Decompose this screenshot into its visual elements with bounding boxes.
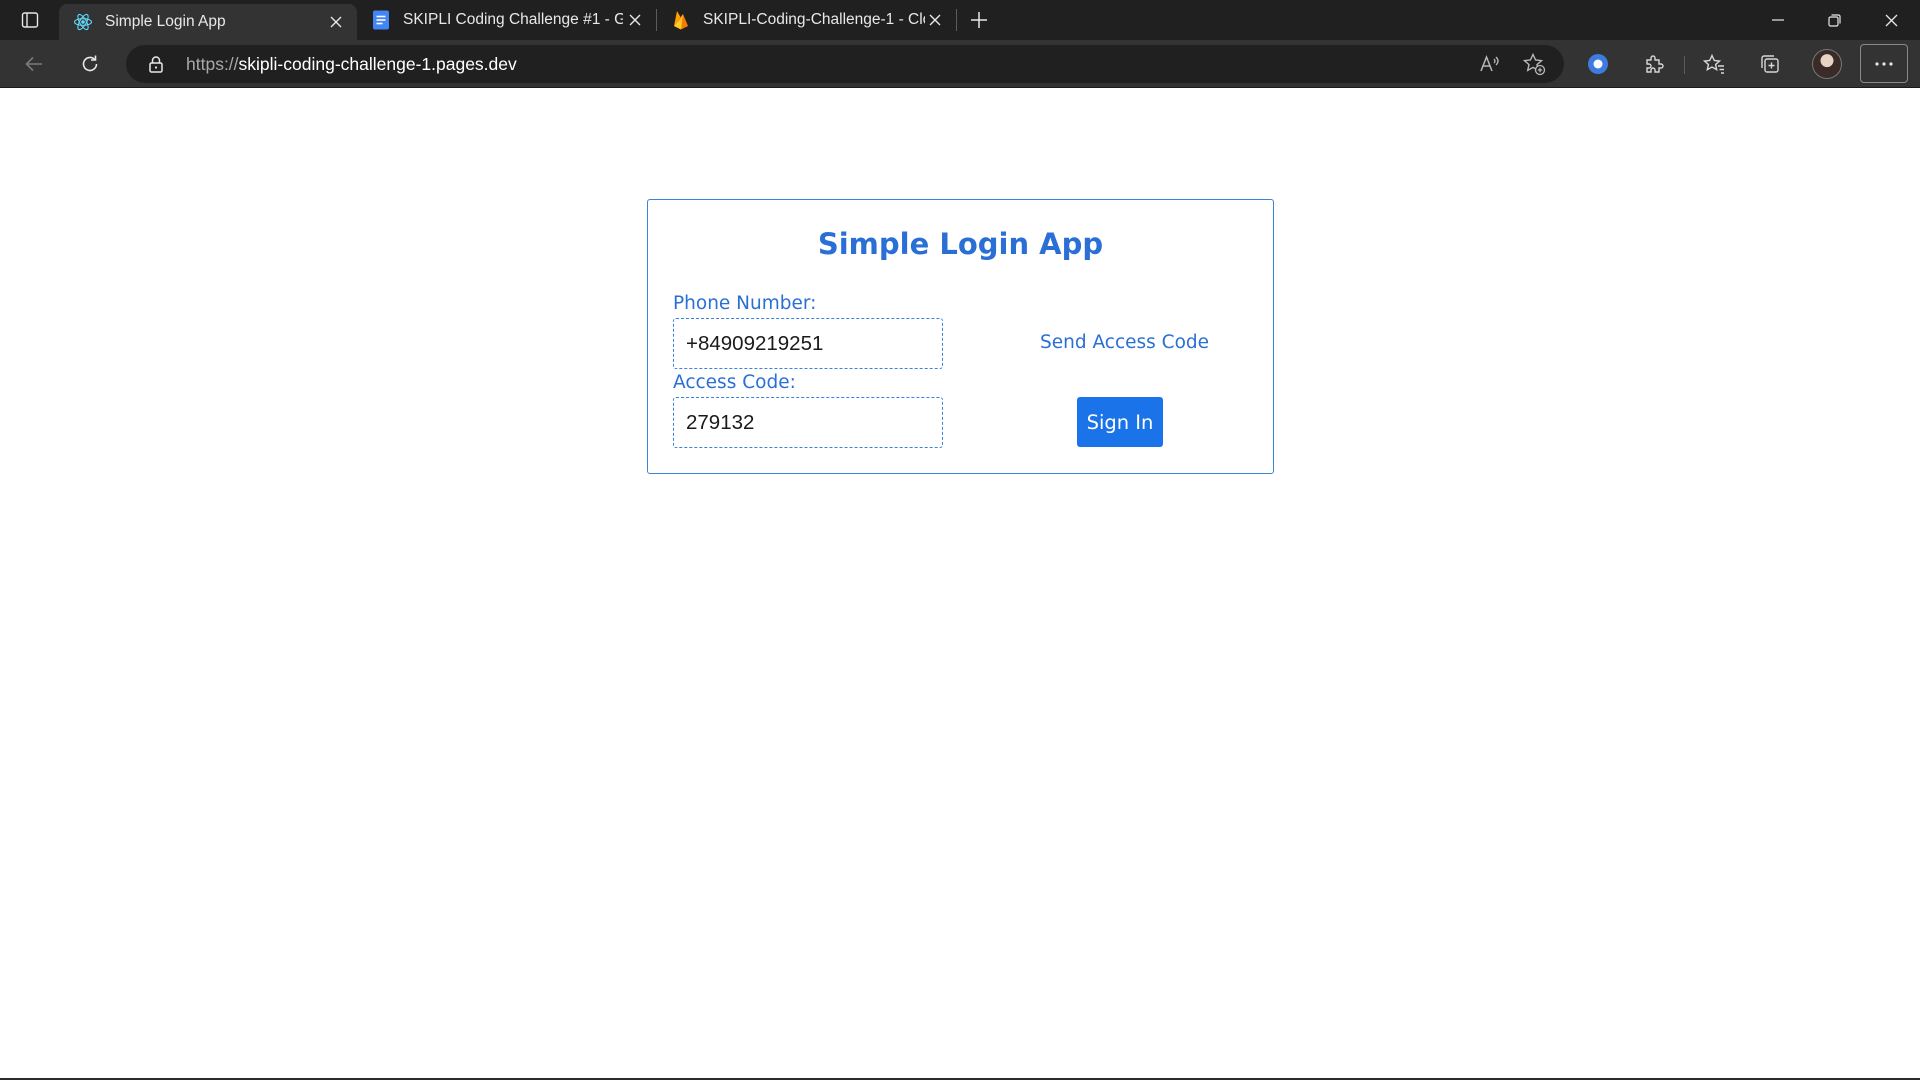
close-tab-icon[interactable] bbox=[325, 11, 347, 33]
refresh-button[interactable] bbox=[72, 46, 108, 82]
page-title: Simple Login App bbox=[817, 227, 1104, 261]
read-aloud-button[interactable] bbox=[1478, 52, 1502, 76]
puzzle-icon bbox=[1646, 55, 1664, 73]
refresh-icon bbox=[82, 55, 98, 72]
tab-skipli-coding-challenge-doc[interactable]: SKIPLI Coding Challenge #1 - Go bbox=[357, 0, 656, 40]
url-host: skipli-coding-challenge-1.pages.dev bbox=[238, 54, 517, 74]
url-text[interactable]: https://skipli-coding-challenge-1.pages.… bbox=[186, 45, 517, 83]
access-code-input[interactable] bbox=[673, 397, 943, 448]
extension-button[interactable] bbox=[1582, 48, 1614, 80]
read-aloud-icon bbox=[1480, 54, 1499, 72]
react-icon bbox=[73, 12, 93, 32]
restore-icon bbox=[1828, 13, 1841, 27]
tab-skipli-firebase-console[interactable]: SKIPLI-Coding-Challenge-1 - Clo bbox=[657, 0, 956, 40]
close-icon bbox=[1885, 14, 1898, 26]
address-toolbar: https://skipli-coding-challenge-1.pages.… bbox=[0, 40, 1920, 88]
page-viewport: Simple Login App Phone Number: Access Co… bbox=[0, 89, 1920, 1078]
window-controls bbox=[1749, 0, 1920, 40]
close-tab-icon[interactable] bbox=[624, 9, 646, 31]
phone-number-input[interactable] bbox=[673, 318, 943, 369]
favorites-button[interactable] bbox=[1698, 48, 1730, 80]
google-docs-icon bbox=[371, 10, 391, 30]
new-tab-button[interactable] bbox=[957, 0, 1001, 40]
access-code-label: Access Code: bbox=[673, 372, 796, 393]
tab-simple-login-app[interactable]: Simple Login App bbox=[59, 4, 357, 40]
phone-number-label: Phone Number: bbox=[673, 293, 817, 314]
sign-in-button[interactable]: Sign In bbox=[1077, 397, 1163, 447]
collections-button[interactable] bbox=[1754, 48, 1786, 80]
close-window-button[interactable] bbox=[1863, 0, 1920, 40]
collections-icon bbox=[1761, 55, 1779, 73]
minimize-icon bbox=[1771, 19, 1784, 21]
login-card: Simple Login App Phone Number: Access Co… bbox=[647, 199, 1274, 474]
tab-actions-button[interactable] bbox=[0, 0, 59, 40]
plus-icon bbox=[971, 12, 987, 28]
arrow-left-icon bbox=[25, 56, 42, 72]
firebase-icon bbox=[671, 10, 691, 30]
tab-actions-icon bbox=[21, 12, 38, 28]
more-horizontal-icon bbox=[1875, 61, 1893, 66]
profile-avatar[interactable] bbox=[1812, 49, 1842, 79]
restore-button[interactable] bbox=[1806, 0, 1863, 40]
extensions-button[interactable] bbox=[1638, 48, 1670, 80]
tab-strip: Simple Login App SKIPLI Coding Challenge… bbox=[0, 0, 1920, 40]
star-add-icon bbox=[1522, 52, 1546, 76]
back-button[interactable] bbox=[16, 46, 52, 82]
add-favorite-button[interactable] bbox=[1522, 52, 1546, 76]
url-scheme: https:// bbox=[186, 54, 239, 74]
tab-title: SKIPLI-Coding-Challenge-1 - Clo bbox=[703, 11, 925, 28]
lock-icon[interactable] bbox=[146, 54, 166, 74]
settings-more-button[interactable] bbox=[1860, 44, 1908, 83]
toolbar-separator bbox=[1684, 56, 1685, 74]
address-bar[interactable]: https://skipli-coding-challenge-1.pages.… bbox=[126, 45, 1564, 83]
tab-title: SKIPLI Coding Challenge #1 - Go bbox=[403, 11, 623, 28]
tab-title: Simple Login App bbox=[105, 13, 226, 30]
favorites-icon bbox=[1703, 53, 1724, 74]
close-tab-icon[interactable] bbox=[924, 9, 946, 31]
send-access-code-button[interactable]: Send Access Code bbox=[1040, 332, 1209, 353]
minimize-button[interactable] bbox=[1749, 0, 1806, 40]
extension-circle-icon bbox=[1588, 54, 1608, 74]
